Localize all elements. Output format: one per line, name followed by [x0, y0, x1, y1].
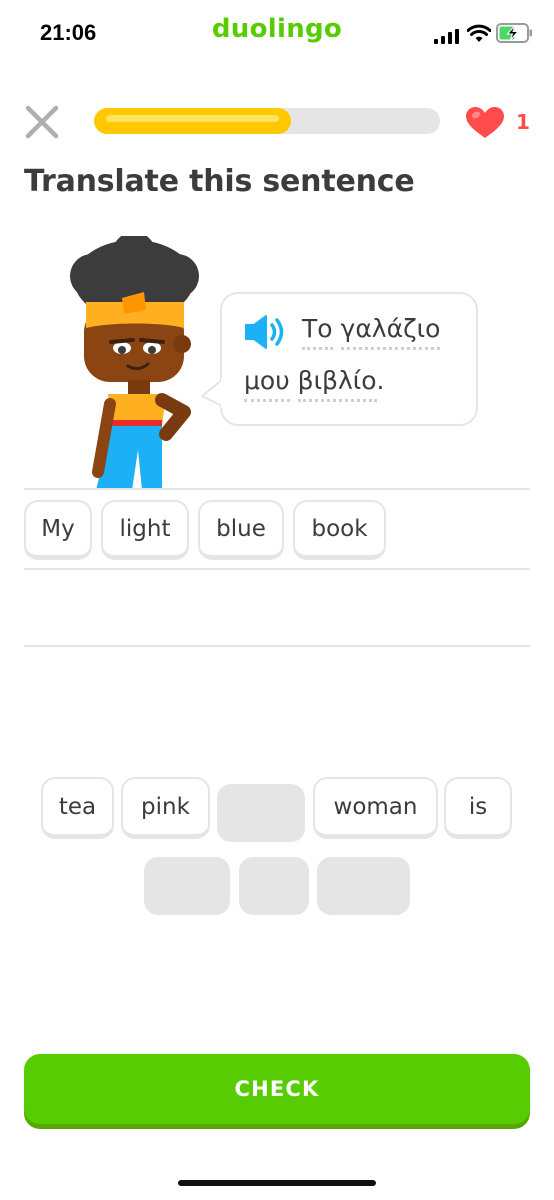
hearts-count: 1: [516, 110, 530, 134]
battery-charging-icon: [496, 22, 534, 48]
prompt-word[interactable]: γαλάζιο: [340, 314, 441, 350]
word-bank-chip[interactable]: woman: [313, 777, 438, 839]
word-bank-empty-slot: [217, 784, 305, 842]
answer-line: [24, 488, 530, 490]
check-button[interactable]: CHECK: [24, 1054, 530, 1124]
prompt-word[interactable]: Το: [302, 314, 333, 350]
hearts-counter[interactable]: 1: [464, 104, 536, 140]
prompt-word[interactable]: μου: [244, 366, 290, 402]
word-bank-chip[interactable]: tea: [41, 777, 114, 839]
word-bank-empty-slot: [239, 857, 309, 915]
wifi-icon: [466, 24, 492, 48]
home-indicator[interactable]: [178, 1180, 376, 1186]
character-illustration: [62, 232, 212, 494]
answer-line: [24, 568, 530, 570]
heart-icon: [466, 107, 504, 138]
speaker-icon[interactable]: [244, 314, 286, 354]
word-bank-chip[interactable]: is: [444, 777, 512, 839]
answer-line: [24, 645, 530, 647]
close-icon[interactable]: [22, 102, 62, 142]
speech-bubble: [220, 292, 478, 426]
status-bar: 21:06 duolingo: [0, 0, 554, 66]
signal-icon: [434, 28, 460, 44]
speech-bubble-tail: [201, 378, 224, 408]
prompt-word[interactable]: βιβλίο: [297, 366, 377, 402]
word-bank-empty-slot: [317, 857, 410, 915]
answer-word-chip[interactable]: My: [24, 500, 92, 560]
progress-highlight: [106, 115, 280, 122]
answer-word-chip[interactable]: light: [101, 500, 189, 560]
prompt-line-1: Το γαλάζιο: [302, 314, 441, 350]
word-bank-chip[interactable]: pink: [121, 777, 210, 839]
lesson-progress-bar: [94, 108, 440, 134]
word-bank-empty-slot: [144, 857, 230, 915]
answer-word-chip[interactable]: blue: [198, 500, 284, 560]
answer-word-chip[interactable]: book: [293, 500, 386, 560]
prompt-line-2: μου βιβλίο.: [244, 366, 385, 402]
prompt-punctuation: .: [376, 366, 385, 395]
progress-fill: [94, 108, 292, 134]
exercise-title: Translate this sentence: [24, 164, 415, 199]
